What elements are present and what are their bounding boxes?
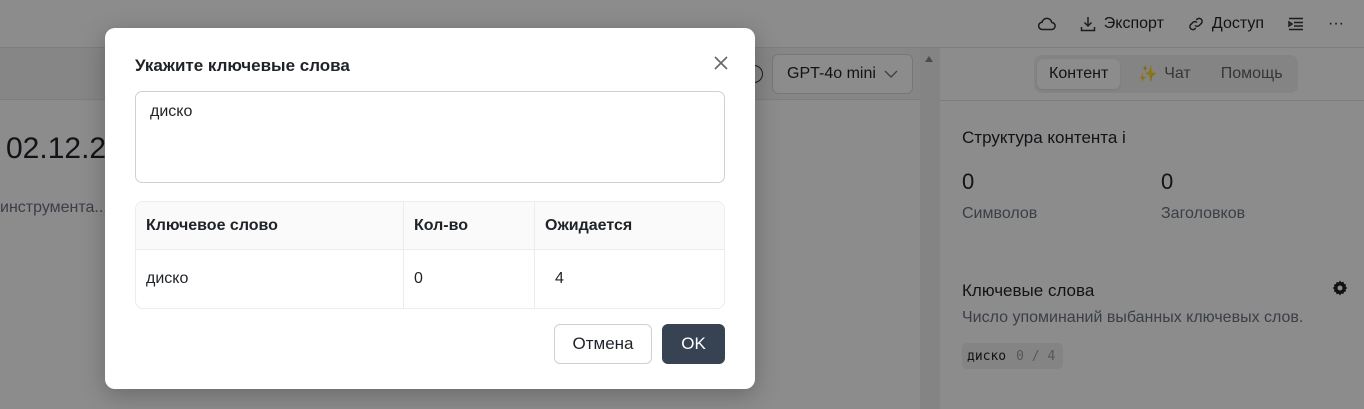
expected-count-input[interactable]	[545, 263, 625, 295]
keywords-modal: Укажите ключевые слова диско Ключевое сл…	[105, 28, 755, 389]
cell-keyword: диско	[136, 250, 404, 308]
table-row: диско 0	[136, 250, 724, 308]
header-count: Кол-во	[404, 202, 535, 249]
cell-expected	[535, 250, 724, 308]
header-expected: Ожидается	[545, 216, 633, 234]
table-header-row: Ключевое слово Кол-во Ожидается	[136, 202, 724, 250]
keywords-textarea[interactable]: диско	[135, 91, 725, 183]
close-icon	[714, 56, 728, 70]
header-keyword: Ключевое слово	[136, 202, 404, 249]
cell-count: 0	[404, 250, 535, 308]
ok-button[interactable]: OK	[662, 324, 725, 364]
modal-title: Укажите ключевые слова	[135, 56, 350, 75]
cancel-button[interactable]: Отмена	[554, 324, 652, 364]
keywords-table: Ключевое слово Кол-во Ожидается диско 0	[135, 201, 725, 309]
close-button[interactable]	[710, 52, 732, 74]
